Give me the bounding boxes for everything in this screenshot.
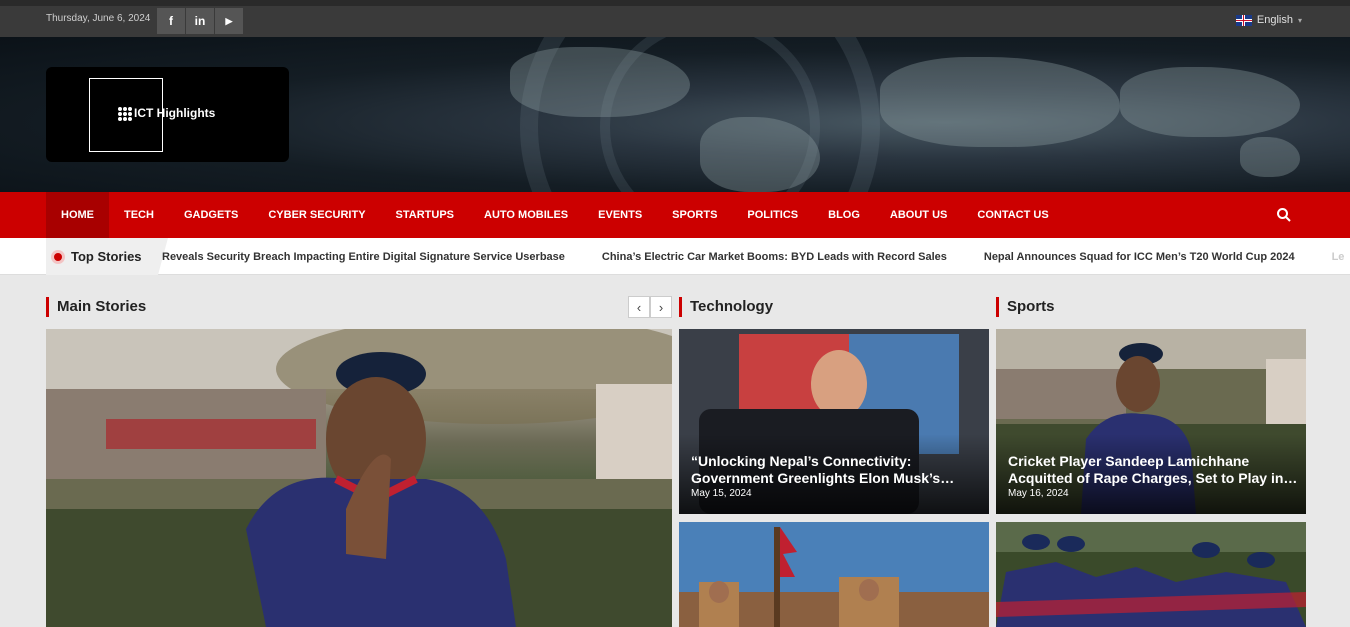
ticker-items: Reveals Security Breach Impacting Entire… [162, 238, 1350, 275]
nav-item-cyber-security[interactable]: CYBER SECURITY [253, 192, 380, 238]
youtube-icon[interactable]: ▶ [215, 8, 243, 34]
sports-story-date: May 16, 2024 [1008, 488, 1069, 499]
site-logo[interactable]: ICT Highlights [46, 67, 289, 162]
header-banner: ICT Highlights [0, 37, 1350, 192]
nav-item-sports[interactable]: SPORTS [657, 192, 732, 238]
linkedin-icon[interactable]: in [186, 8, 214, 34]
tech-story-card[interactable]: “Unlocking Nepal’s Connectivity: Governm… [679, 329, 989, 514]
nav-item-home[interactable]: HOME [46, 192, 109, 238]
tech-story-date: May 15, 2024 [691, 488, 752, 499]
sports-story-card[interactable] [996, 522, 1306, 627]
nav-item-politics[interactable]: POLITICS [732, 192, 813, 238]
top-bar: Thursday, June 6, 2024 f in ▶ English ▾ [0, 0, 1350, 37]
banner-map-shape [1240, 137, 1300, 177]
tech-story-card[interactable] [679, 522, 989, 627]
main-navigation: HOME TECH GADGETS CYBER SECURITY STARTUP… [0, 192, 1350, 238]
language-label: English [1256, 14, 1293, 26]
ticker-item[interactable]: Nepal Announces Squad for ICC Men’s T20 … [984, 251, 1295, 263]
banner-map-shape [880, 57, 1120, 147]
search-icon[interactable] [1276, 207, 1292, 223]
nav-item-gadgets[interactable]: GADGETS [169, 192, 253, 238]
top-stories-ticker: Top Stories Reveals Security Breach Impa… [0, 238, 1350, 275]
cricket-player-photo [46, 329, 672, 627]
chevron-down-icon: ▾ [1297, 15, 1302, 25]
section-title-main-stories: Main Stories [46, 297, 146, 317]
tech-story-image [679, 522, 989, 627]
ticker-label-text: Top Stories [71, 249, 142, 264]
main-story-image[interactable] [46, 329, 672, 627]
uk-flag-icon [1235, 14, 1252, 26]
nav-item-tech[interactable]: TECH [109, 192, 169, 238]
logo-dots-icon [118, 107, 132, 121]
language-selector[interactable]: English ▾ [1235, 14, 1302, 26]
ticker-label: Top Stories [46, 238, 168, 275]
sports-story-card[interactable]: Cricket Player Sandeep Lamichhane Acquit… [996, 329, 1306, 514]
ticker-item[interactable]: China’s Electric Car Market Booms: BYD L… [602, 251, 947, 263]
nav-item-auto-mobiles[interactable]: AUTO MOBILES [469, 192, 583, 238]
current-date: Thursday, June 6, 2024 [46, 13, 151, 24]
live-dot-icon [51, 249, 65, 264]
facebook-icon[interactable]: f [157, 8, 185, 34]
logo-text: ICT Highlights [134, 106, 216, 120]
slider-controls: ‹ › [628, 296, 672, 318]
slider-prev-button[interactable]: ‹ [628, 296, 650, 318]
sports-story-title[interactable]: Cricket Player Sandeep Lamichhane Acquit… [1008, 453, 1298, 487]
ticker-item[interactable]: Reveals Security Breach Impacting Entire… [162, 251, 565, 263]
banner-map-shape [1120, 67, 1300, 137]
nav-item-contact-us[interactable]: CONTACT US [962, 192, 1063, 238]
nav-item-blog[interactable]: BLOG [813, 192, 875, 238]
tech-story-title[interactable]: “Unlocking Nepal’s Connectivity: Governm… [691, 453, 981, 487]
section-title-technology: Technology [679, 297, 773, 317]
nav-item-events[interactable]: EVENTS [583, 192, 657, 238]
sports-story-image [996, 522, 1306, 627]
ticker-item[interactable]: Le [1332, 251, 1345, 263]
social-links: f in ▶ [157, 8, 244, 34]
section-title-sports: Sports [996, 297, 1055, 317]
nav-item-startups[interactable]: STARTUPS [381, 192, 469, 238]
nav-item-about-us[interactable]: ABOUT US [875, 192, 962, 238]
slider-next-button[interactable]: › [650, 296, 672, 318]
